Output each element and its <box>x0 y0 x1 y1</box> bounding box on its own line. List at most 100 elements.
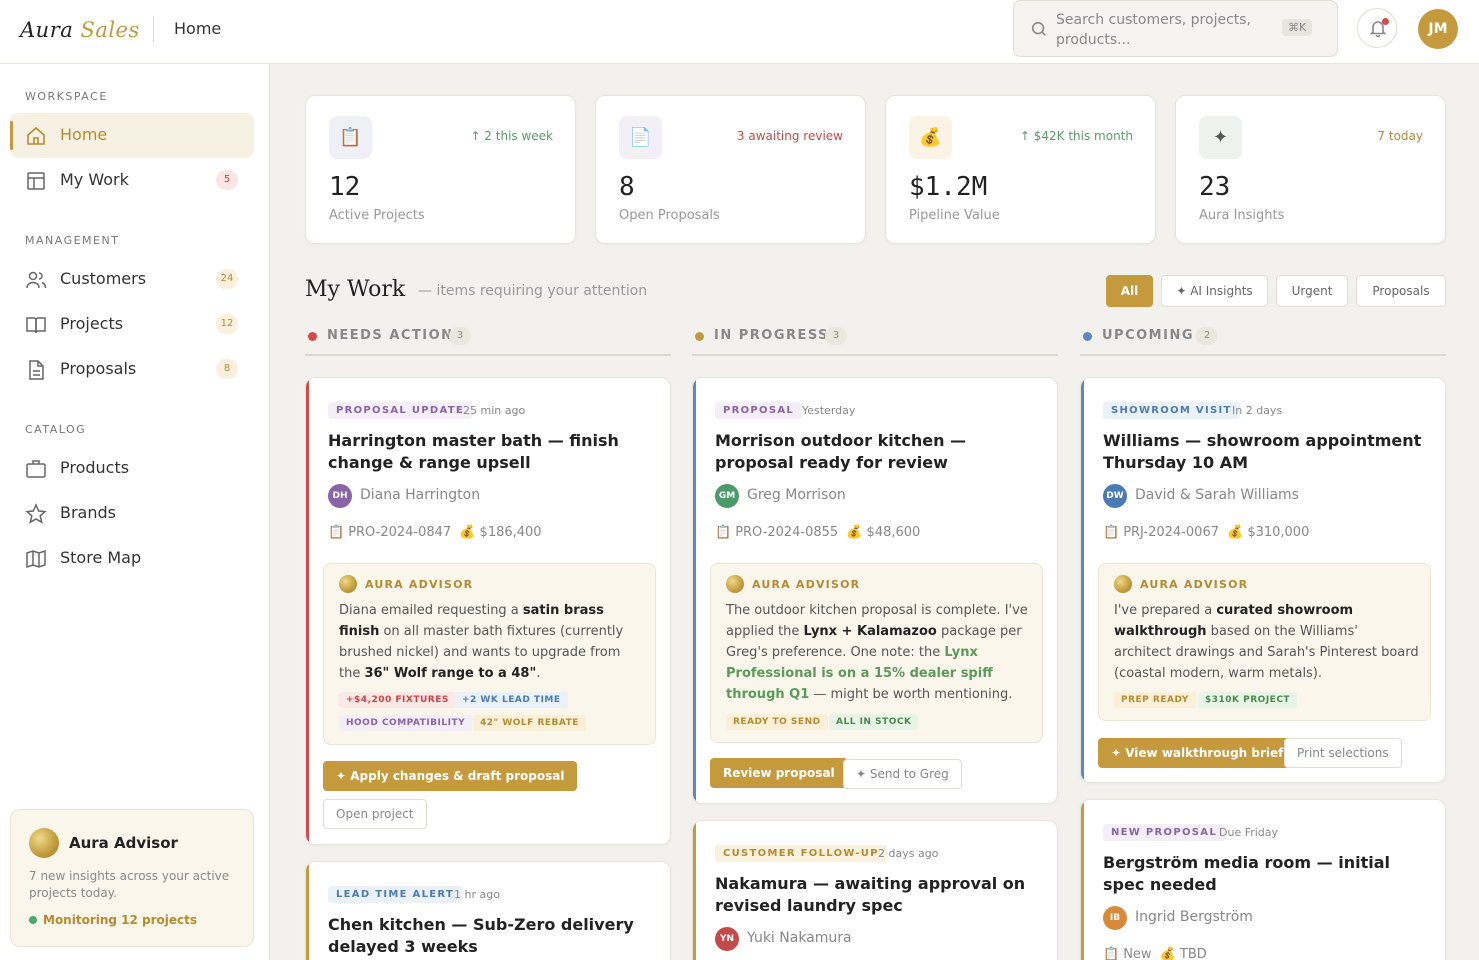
column-header-upcoming: UPCOMING 2 <box>1080 325 1446 356</box>
top-bar: Aura Sales Home Search customers, projec… <box>0 0 1479 64</box>
advisor-note: AURA ADVISOR The outdoor kitchen proposa… <box>710 563 1043 743</box>
sidebar-item-projects[interactable]: Projects 12 <box>10 302 254 347</box>
card-tag: NEW PROPOSAL <box>1103 824 1225 841</box>
review-proposal-button[interactable]: Review proposal <box>710 758 848 788</box>
search-shortcut: ⌘K <box>1282 19 1313 36</box>
count-badge: 12 <box>216 314 238 334</box>
filter-all[interactable]: All <box>1106 275 1153 307</box>
send-to-greg-button[interactable]: ✦ Send to Greg <box>843 759 962 789</box>
work-card[interactable]: PROPOSAL UPDATE 25 min ago Harrington ma… <box>305 377 671 845</box>
sidebar-item-customers[interactable]: Customers 24 <box>10 257 254 302</box>
advisor-message: Diana emailed requesting a satin brass f… <box>339 603 624 681</box>
card-time: 25 min ago <box>463 404 526 417</box>
sidebar-item-label: Products <box>60 458 130 477</box>
work-card[interactable]: SHOWROOM VISIT In 2 days Williams — show… <box>1080 377 1446 783</box>
project-ref: PRO-2024-0855 <box>735 525 839 540</box>
stat-card-aura-insights[interactable]: ✦ 7 today 23 Aura Insights <box>1175 95 1446 244</box>
customer-avatar: DH <box>328 484 352 508</box>
work-card[interactable]: PROPOSAL Yesterday Morrison outdoor kitc… <box>692 377 1058 804</box>
stat-trend: 7 today <box>1377 129 1423 143</box>
sidebar-item-brands[interactable]: Brands <box>10 491 254 536</box>
card-time: Due Friday <box>1219 826 1279 839</box>
count-badge: 24 <box>216 269 238 289</box>
card-title: Chen kitchen — Sub-Zero delivery delayed… <box>328 915 634 956</box>
project-amount: TBD <box>1179 947 1207 960</box>
advisor-title: Aura Advisor <box>69 834 178 852</box>
customer-name: Ingrid Bergström <box>1135 909 1253 925</box>
clipboard-icon: 📋 <box>328 525 345 540</box>
status-dot <box>1083 332 1092 341</box>
filter-urgent[interactable]: Urgent <box>1276 275 1348 307</box>
stat-value: $1.2M <box>909 172 988 202</box>
stat-trend: ↑ 2 this week <box>470 129 553 143</box>
advisor-description: 7 new insights across your active projec… <box>29 869 230 900</box>
sidebar-item-home[interactable]: Home <box>10 113 254 158</box>
advisor-panel[interactable]: Aura Advisor 7 new insights across your … <box>10 809 254 947</box>
app-logo[interactable]: Aura Sales <box>20 18 140 42</box>
sidebar-item-store-map[interactable]: Store Map <box>10 536 254 581</box>
project-amount: $48,600 <box>866 525 921 540</box>
sidebar-item-proposals[interactable]: Proposals 8 <box>10 347 254 392</box>
advisor-note: AURA ADVISOR I've prepared a curated sho… <box>1098 563 1431 721</box>
customer-name: Diana Harrington <box>360 487 481 503</box>
sidebar-item-my-work[interactable]: My Work 5 <box>10 158 254 203</box>
card-accent <box>306 862 309 960</box>
home-icon <box>27 126 45 145</box>
document-icon <box>29 360 44 380</box>
sidebar-item-label: Brands <box>60 503 116 522</box>
section-title: My Work <box>305 277 406 302</box>
view-walkthrough-button[interactable]: ✦ View walkthrough brief <box>1098 738 1297 768</box>
card-meta: 📋 PRO-2024-0847 💰 $186,400 <box>328 525 546 540</box>
work-card[interactable]: CUSTOMER FOLLOW-UP 2 days ago Nakamura —… <box>692 820 1058 960</box>
star-icon <box>25 503 47 524</box>
work-card[interactable]: NEW PROPOSAL Due Friday Bergström media … <box>1080 799 1446 960</box>
advisor-label: AURA ADVISOR <box>1140 578 1249 591</box>
card-accent <box>693 378 696 803</box>
notifications-button[interactable] <box>1357 8 1397 48</box>
count-badge: 8 <box>216 359 238 379</box>
impact-chip: HOOD COMPATIBILITY <box>339 715 473 731</box>
stat-card-open-proposals[interactable]: 📄 3 awaiting review 8 Open Proposals <box>595 95 866 244</box>
stat-card-pipeline-value[interactable]: 💰 ↑ $42K this month $1.2M Pipeline Value <box>885 95 1156 244</box>
notification-dot <box>1382 18 1389 25</box>
sidebar-item-label: Customers <box>60 269 147 288</box>
search-input[interactable]: Search customers, projects, products... <box>1056 10 1266 50</box>
advisor-note: AURA ADVISOR Diana emailed requesting a … <box>323 563 656 745</box>
sidebar-item-products[interactable]: Products <box>10 446 254 491</box>
user-avatar[interactable]: JM <box>1418 9 1458 49</box>
customer-avatar: GM <box>715 484 739 508</box>
filter-proposals[interactable]: Proposals <box>1356 275 1446 307</box>
clipboard-icon: 📋 <box>1103 525 1120 540</box>
breadcrumb: Home <box>174 19 222 38</box>
stat-value: 23 <box>1199 172 1231 202</box>
customer-name: Yuki Nakamura <box>747 930 852 946</box>
apply-changes-button[interactable]: ✦ Apply changes & draft proposal <box>323 761 578 791</box>
advisor-orb-icon <box>1114 575 1132 593</box>
divider <box>153 16 154 42</box>
section-workspace: WORKSPACE <box>25 90 108 103</box>
stat-label: Active Projects <box>329 208 425 223</box>
card-accent <box>693 821 696 960</box>
open-project-button[interactable]: Open project <box>323 799 427 829</box>
card-title: Williams — showroom appointment Thursday… <box>1103 431 1422 472</box>
stat-value: 12 <box>329 172 361 202</box>
column-header-in-progress: IN PROGRESS 3 <box>692 325 1058 356</box>
card-tag: SHOWROOM VISIT <box>1103 402 1240 419</box>
stat-card-active-projects[interactable]: 📋 ↑ 2 this week 12 Active Projects <box>305 95 576 244</box>
advisor-label: AURA ADVISOR <box>752 578 861 591</box>
layout-icon <box>27 172 45 190</box>
customer-avatar: YN <box>715 927 739 951</box>
advisor-orb-icon <box>726 575 744 593</box>
print-selections-button[interactable]: Print selections <box>1284 738 1402 768</box>
clipboard-icon: 📋 <box>329 116 372 159</box>
filter-ai-insights[interactable]: ✦ AI Insights <box>1161 275 1268 307</box>
stat-label: Pipeline Value <box>909 208 1000 223</box>
status-dot <box>695 332 704 341</box>
status-chip: READY TO SEND <box>726 714 828 730</box>
work-card[interactable]: LEAD TIME ALERT 1 hr ago Chen kitchen — … <box>305 861 671 960</box>
card-time: 1 hr ago <box>454 888 500 901</box>
card-meta: 📋 New 💰 TBD <box>1103 947 1211 960</box>
search-box[interactable]: Search customers, projects, products... … <box>1013 0 1338 57</box>
map-icon <box>26 549 46 569</box>
card-tag: PROPOSAL <box>715 402 803 419</box>
